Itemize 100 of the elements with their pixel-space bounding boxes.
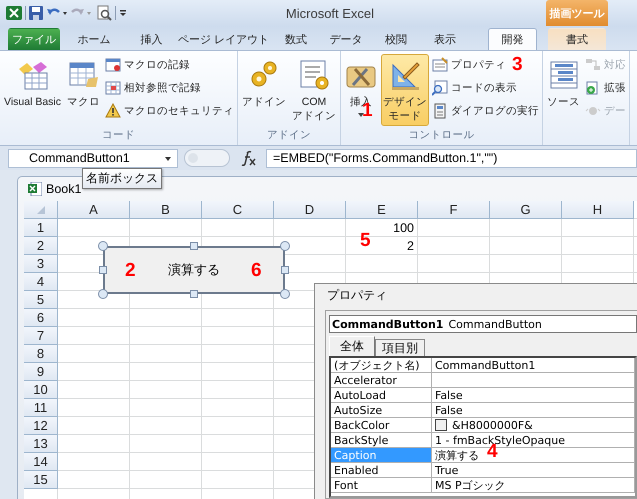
ribbon-button[interactable]: ソース xyxy=(545,54,582,112)
property-name[interactable]: AutoSize xyxy=(331,403,432,418)
column-header[interactable]: D xyxy=(274,201,346,219)
object-dropdown[interactable]: CommandButton1 CommandButton xyxy=(329,315,637,333)
warning-icon xyxy=(105,103,122,119)
column-header[interactable]: C xyxy=(202,201,274,219)
resize-handle[interactable] xyxy=(98,241,108,251)
ribbon-command[interactable]: マクロのセキュリティ xyxy=(104,101,236,121)
ribbon-tab[interactable]: 校閲 xyxy=(372,28,420,50)
resize-handle[interactable] xyxy=(281,266,289,274)
annotation-number: 2 xyxy=(125,261,136,281)
row-header[interactable]: 4 xyxy=(24,273,58,291)
ribbon-tab[interactable]: ファイル xyxy=(8,28,60,50)
grid-icon xyxy=(105,80,122,96)
row-header[interactable]: 12 xyxy=(24,417,58,435)
group-label: コントロール xyxy=(408,128,476,143)
row-header[interactable]: 1 xyxy=(24,219,58,237)
spreadsheet-icon xyxy=(16,59,48,91)
ribbon-button[interactable]: マクロ xyxy=(65,54,102,112)
property-name[interactable]: (オブジェクト名) xyxy=(331,358,432,373)
row-header[interactable]: 7 xyxy=(24,327,58,345)
cell-value: 2 xyxy=(407,238,415,255)
resize-handle[interactable] xyxy=(190,290,198,298)
resize-handle[interactable] xyxy=(99,266,107,274)
property-value[interactable]: False xyxy=(435,404,463,416)
row-header[interactable]: 10 xyxy=(24,381,58,399)
ribbon-command[interactable]: 相対参照で記録 xyxy=(104,78,236,98)
group-label: コード xyxy=(101,128,136,143)
ribbon-button[interactable]: COM アドイン xyxy=(290,54,338,126)
row-header[interactable]: 8 xyxy=(24,345,58,363)
resize-handle[interactable] xyxy=(280,241,290,251)
select-all-icon xyxy=(36,204,46,214)
ribbon-tab[interactable]: ホーム xyxy=(60,28,128,50)
row-header[interactable]: 15 xyxy=(24,471,58,489)
property-name[interactable]: AutoLoad xyxy=(331,388,432,403)
tooltip: 名前ボックス xyxy=(82,168,162,189)
row-header[interactable]: 9 xyxy=(24,363,58,381)
row-header[interactable]: 5 xyxy=(24,291,58,309)
property-value[interactable]: False xyxy=(435,388,463,402)
resize-handle[interactable] xyxy=(98,289,108,299)
column-header[interactable]: F xyxy=(418,201,490,219)
dialog-icon xyxy=(432,103,448,119)
row-header[interactable]: 13 xyxy=(24,435,58,453)
annotation-number: 6 xyxy=(251,261,262,281)
column-header[interactable]: E xyxy=(346,201,418,219)
column-header[interactable]: A xyxy=(58,201,130,219)
property-name[interactable]: Accelerator xyxy=(331,373,432,388)
property-value[interactable]: &H8000000F& xyxy=(452,418,533,432)
function-icon xyxy=(240,150,256,166)
property-value[interactable]: 演算する xyxy=(435,448,479,462)
property-name[interactable]: Font xyxy=(331,478,432,493)
ribbon-command[interactable]: ダイアログの実行 xyxy=(431,101,540,121)
name-box[interactable]: CommandButton1 xyxy=(8,148,178,168)
save-icon xyxy=(29,6,43,20)
tab[interactable]: 全体 xyxy=(329,336,375,356)
window-title: プロパティ xyxy=(326,286,388,304)
annotation-number: 5 xyxy=(360,231,371,251)
property-value[interactable]: CommandButton1 xyxy=(435,358,536,372)
properties-icon xyxy=(432,57,448,73)
ribbon-tab[interactable]: データ xyxy=(320,28,372,50)
formula-field[interactable]: =EMBED("Forms.CommandButton.1","") xyxy=(266,148,637,168)
group-label: アドイン xyxy=(266,128,312,143)
tab[interactable]: 項目別 xyxy=(375,339,425,356)
property-name[interactable]: BackColor xyxy=(331,418,432,433)
resize-handle[interactable] xyxy=(280,289,290,299)
workbook-title: Book1 xyxy=(46,182,82,196)
ribbon-tab[interactable]: 数式 xyxy=(272,28,320,50)
context-tab-header: 描画ツール xyxy=(546,0,608,26)
list-icon xyxy=(548,59,580,91)
ribbon-tab[interactable]: ページ レイアウト xyxy=(175,28,272,50)
row-header[interactable]: 14 xyxy=(24,453,58,471)
ribbon-tab[interactable]: 書式 xyxy=(548,28,606,50)
row-header[interactable]: 3 xyxy=(24,255,58,273)
record-icon xyxy=(105,57,122,73)
ribbon-button[interactable]: アドイン xyxy=(240,54,288,112)
property-value[interactable]: MS Pゴシック xyxy=(435,478,506,492)
ribbon-command[interactable]: マクロの記録 xyxy=(104,55,236,75)
property-name[interactable]: Enabled xyxy=(331,463,432,478)
property-value[interactable]: True xyxy=(435,464,458,476)
workbook-icon xyxy=(28,182,42,196)
ribbon-tab[interactable]: 表示 xyxy=(420,28,470,50)
view-code-icon xyxy=(432,80,448,96)
empty-value-cell[interactable] xyxy=(432,373,635,388)
row-header[interactable]: 11 xyxy=(24,399,58,417)
gear-list-icon xyxy=(298,59,330,91)
resize-handle[interactable] xyxy=(190,242,198,250)
ribbon-tab[interactable]: 開発 xyxy=(488,28,537,50)
row-header[interactable]: 6 xyxy=(24,309,58,327)
ribbon-command[interactable]: 拡張 xyxy=(584,78,627,98)
row-header[interactable]: 2 xyxy=(24,237,58,255)
column-header[interactable]: B xyxy=(130,201,202,219)
ribbon-command[interactable]: コードの表示 xyxy=(431,78,540,98)
column-header[interactable]: G xyxy=(490,201,562,219)
customize-icon xyxy=(119,8,127,18)
column-header[interactable]: H xyxy=(562,201,634,219)
ribbon-button[interactable]: Visual Basic xyxy=(2,54,64,112)
window-title: Microsoft Excel xyxy=(284,6,376,20)
print-preview-icon xyxy=(96,5,112,21)
ribbon-button[interactable]: デザイン モード xyxy=(381,54,429,126)
ribbon-tab[interactable]: 挿入 xyxy=(128,28,175,50)
